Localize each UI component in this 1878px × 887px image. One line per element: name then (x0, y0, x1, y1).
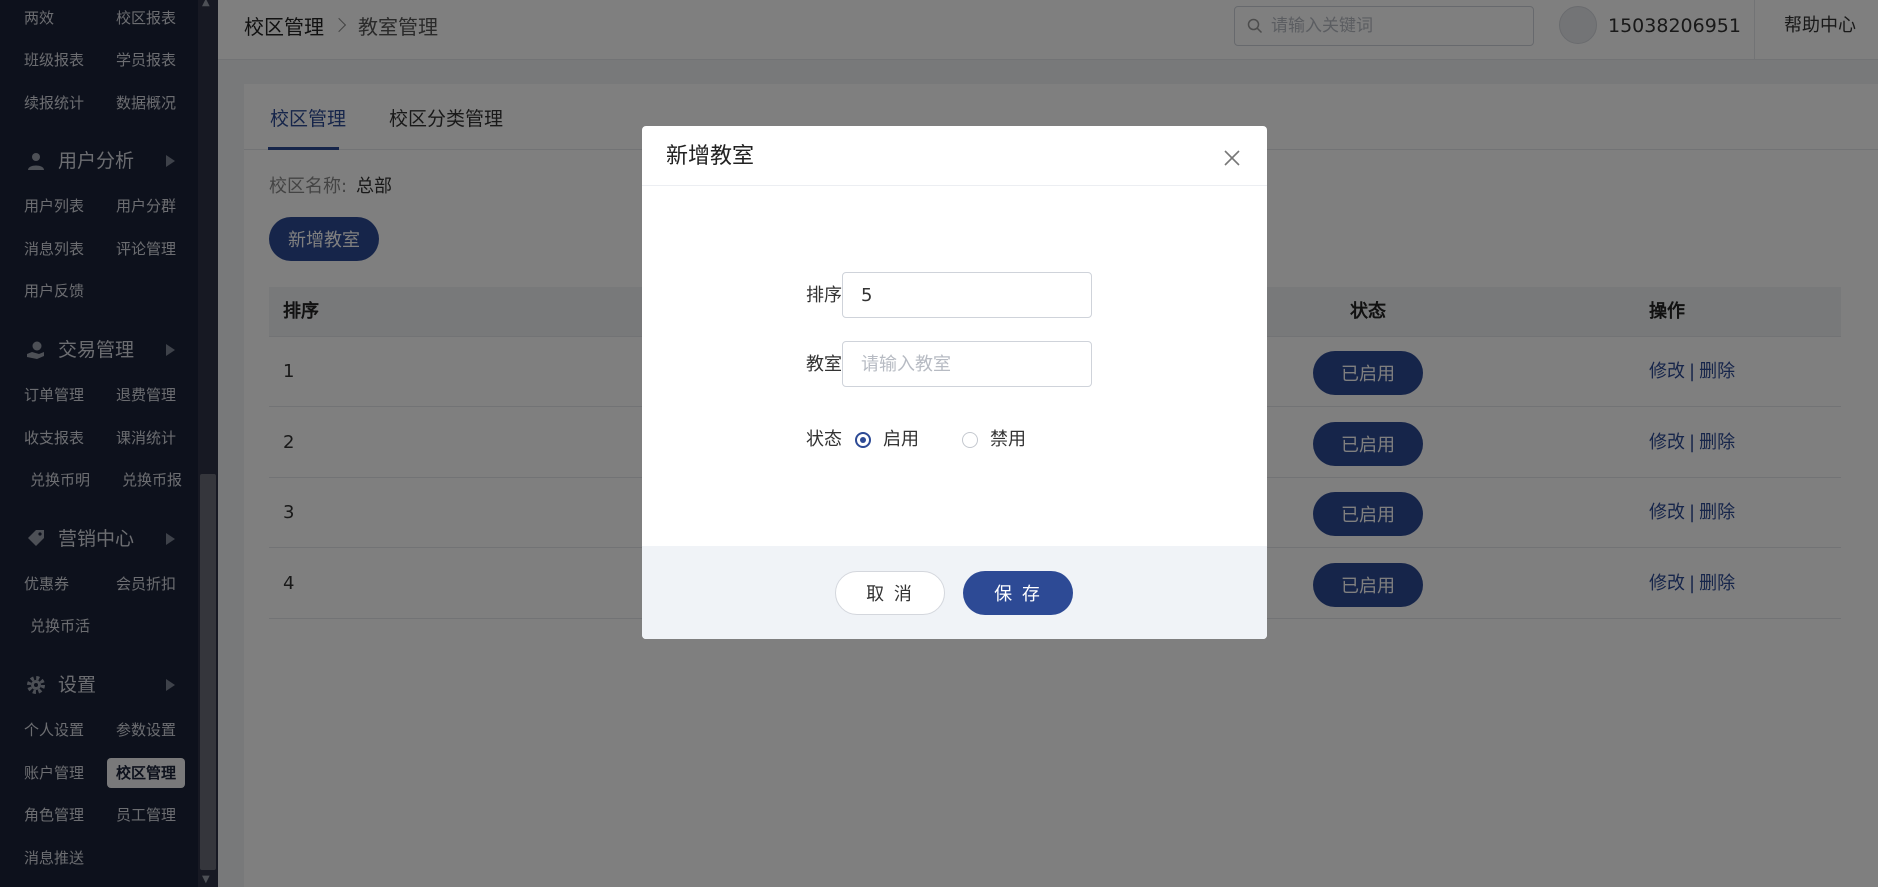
save-button[interactable]: 保 存 (963, 571, 1073, 615)
radio-label: 启用 (883, 429, 919, 450)
cancel-button[interactable]: 取 消 (835, 571, 945, 615)
radio-unchecked-icon (962, 432, 978, 448)
order-input[interactable] (842, 272, 1092, 318)
dialog-header-divider (642, 185, 1267, 186)
status-label: 状态 (806, 429, 842, 450)
radio-label: 禁用 (990, 429, 1026, 450)
dialog-footer: 取 消 保 存 (642, 546, 1267, 639)
radio-checked-icon (855, 432, 871, 448)
order-label: 排序 (806, 285, 842, 306)
close-icon[interactable] (1220, 146, 1244, 170)
add-classroom-dialog: 新增教室 排序 教室 状态 启用 禁用 取 消 保 存 (642, 126, 1267, 639)
classroom-label: 教室 (806, 354, 842, 375)
classroom-input[interactable] (842, 341, 1092, 387)
dialog-title: 新增教室 (666, 144, 755, 169)
